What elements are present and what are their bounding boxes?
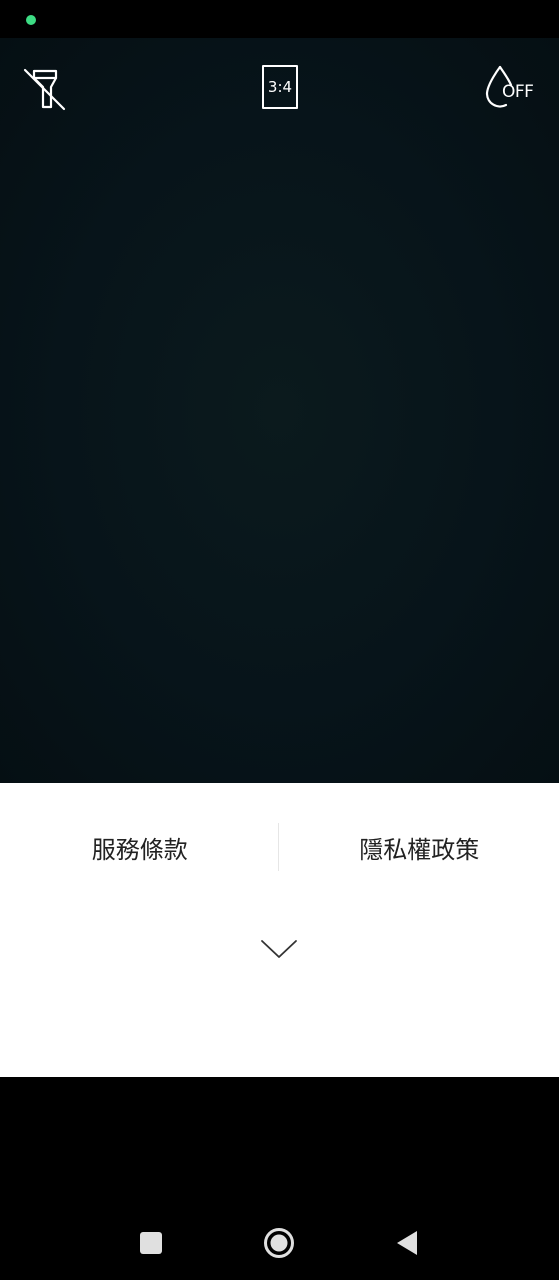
circle-icon [264, 1228, 294, 1258]
square-icon [140, 1232, 162, 1254]
aspect-ratio-label: 3:4 [262, 65, 298, 109]
camera-viewfinder[interactable]: 3:4 OFF [0, 38, 559, 783]
watermark-icon-group: OFF [480, 62, 544, 112]
watermark-toggle-button[interactable]: OFF [480, 62, 544, 112]
chevron-down-icon [261, 940, 297, 958]
legal-links: 服務條款 隱私權政策 [0, 819, 559, 875]
system-navigation-bar [0, 1200, 559, 1280]
terms-of-service-link[interactable]: 服務條款 [0, 819, 280, 875]
privacy-indicator-dot [26, 15, 36, 25]
links-divider [278, 823, 279, 871]
status-bar [0, 0, 559, 38]
aspect-ratio-button[interactable]: 3:4 [255, 62, 305, 112]
home-button[interactable] [258, 1222, 300, 1264]
flash-toggle-button[interactable] [18, 64, 70, 114]
flash-off-icon [23, 68, 66, 111]
triangle-left-icon [397, 1231, 417, 1255]
recents-button[interactable] [130, 1222, 172, 1264]
privacy-policy-link[interactable]: 隱私權政策 [280, 819, 559, 875]
camera-top-controls: 3:4 OFF [0, 38, 559, 138]
screen: 3:4 OFF 服務條款 隱私權政策 [0, 0, 559, 1280]
bottom-panel: 服務條款 隱私權政策 [0, 783, 559, 1077]
collapse-panel-button[interactable] [255, 933, 303, 965]
watermark-state-label: OFF [502, 82, 534, 102]
back-button[interactable] [386, 1222, 428, 1264]
